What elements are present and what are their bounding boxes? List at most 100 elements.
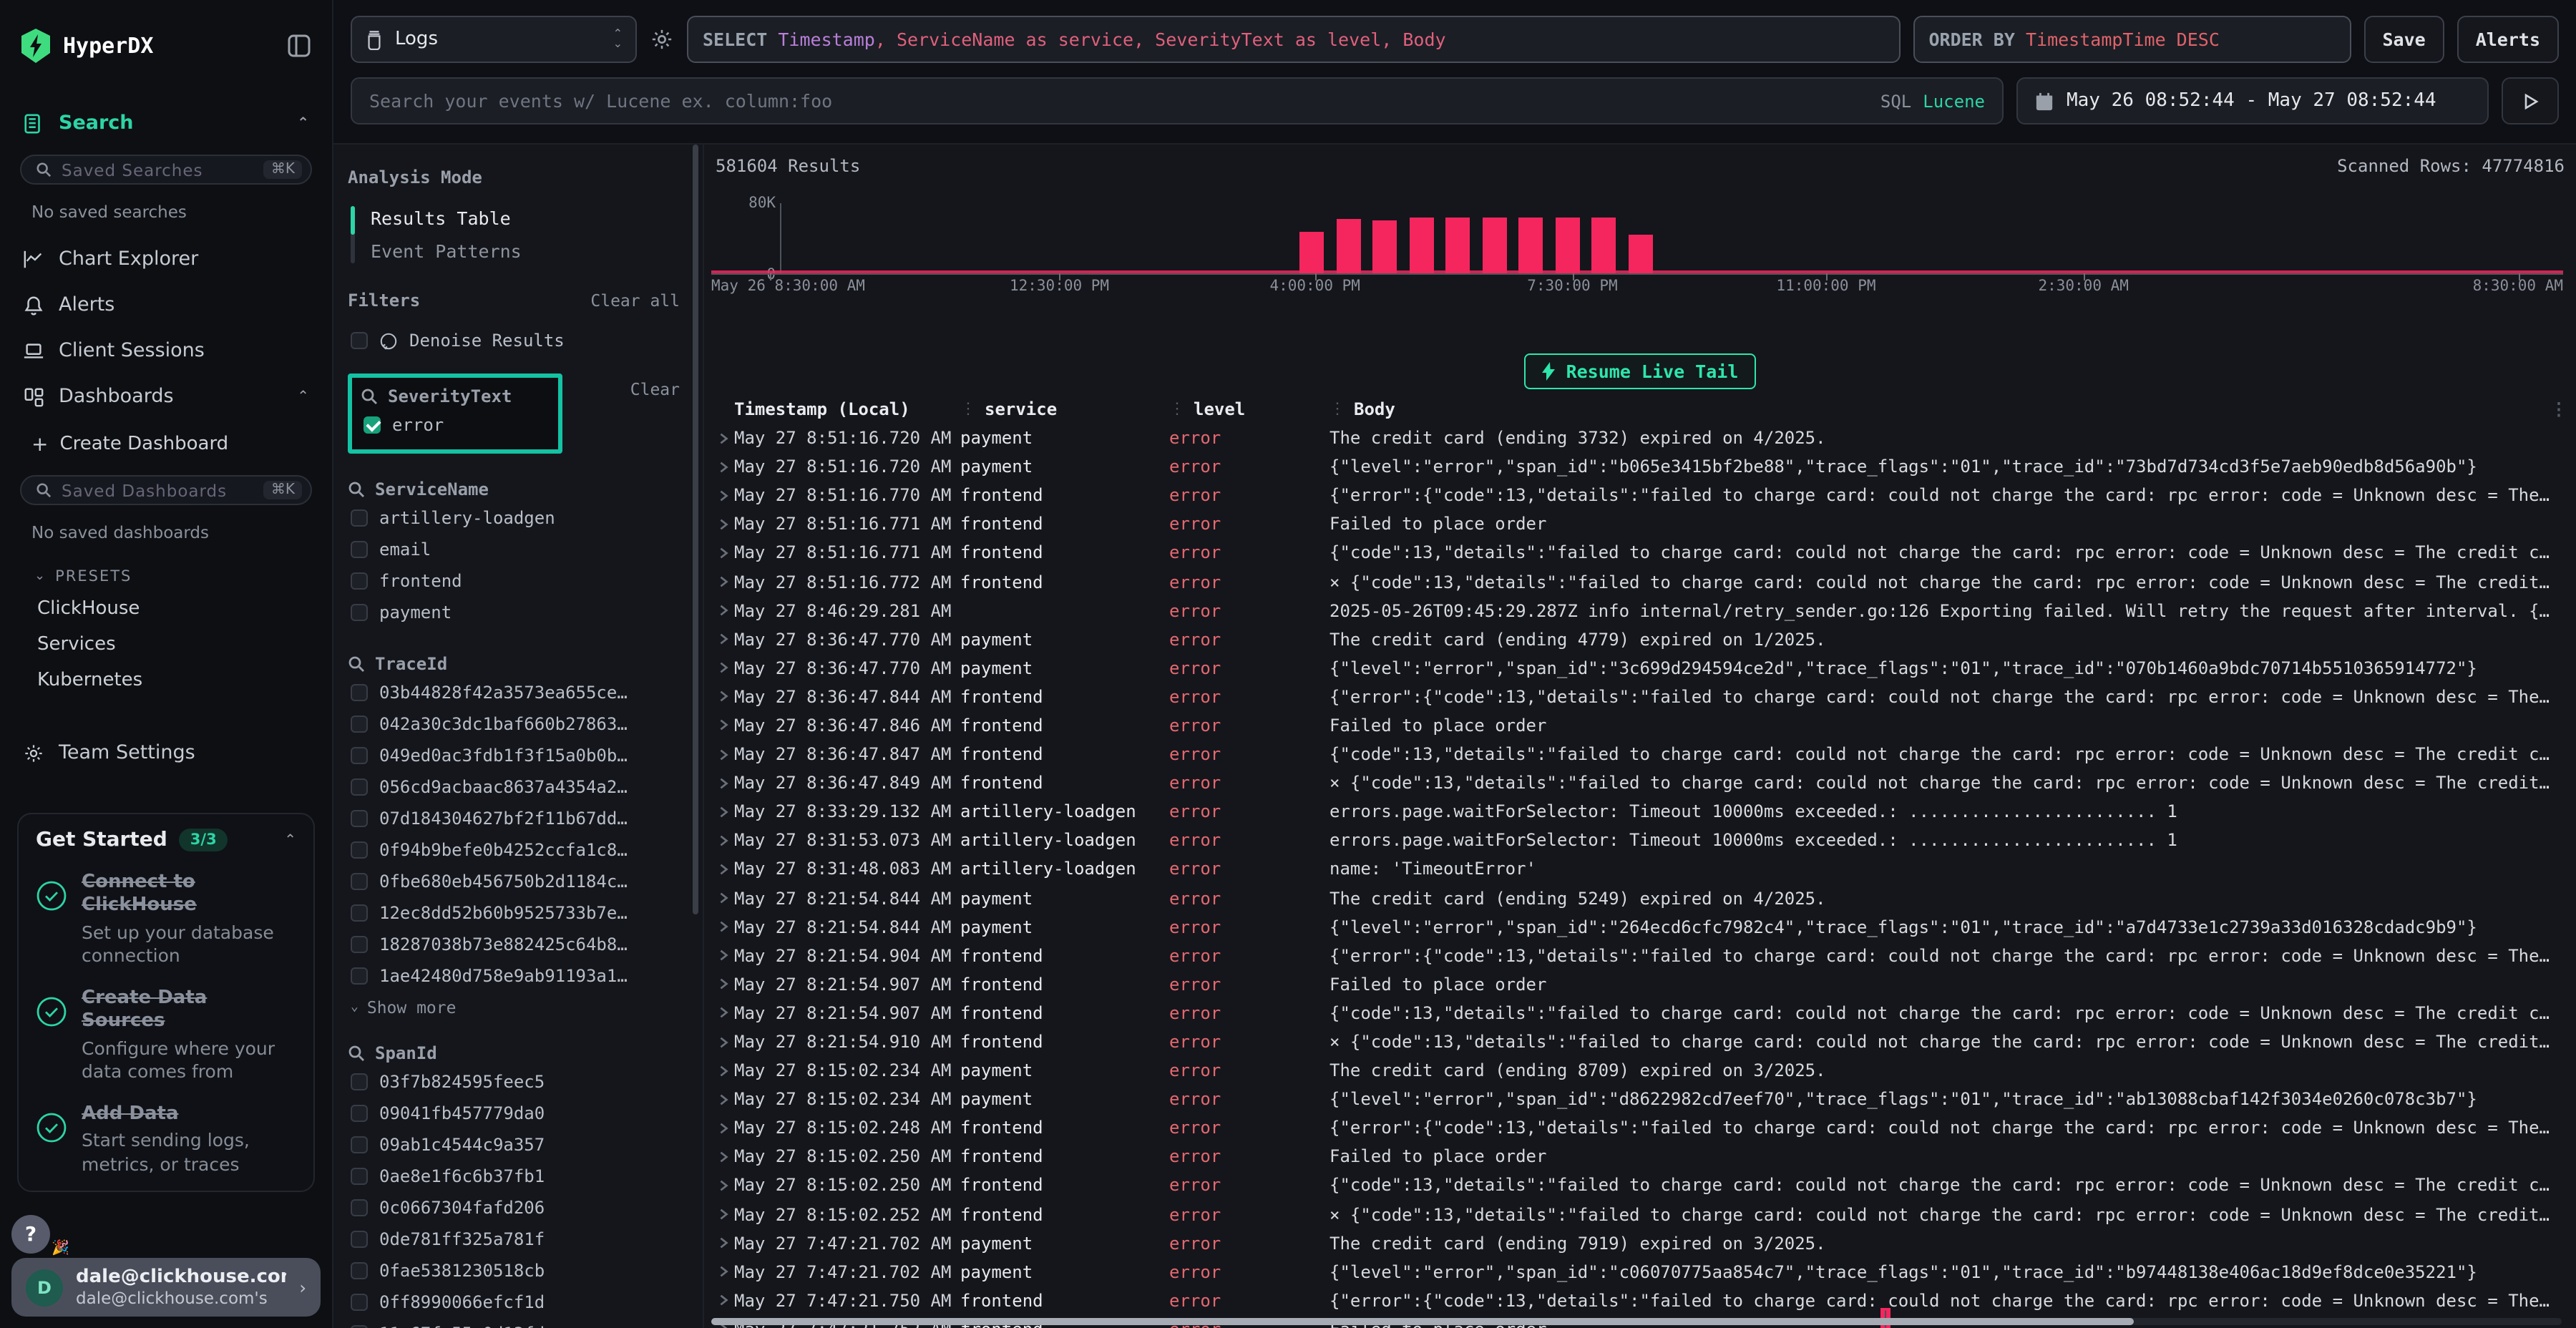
filter-value-row[interactable]: 0ff8990066efcf1d — [348, 1286, 680, 1318]
row-expand-icon[interactable] — [711, 776, 734, 789]
log-row[interactable]: May 27 8:46:29.281 AMerror2025-05-26T09:… — [711, 596, 2569, 625]
sidebar-item-chart-explorer[interactable]: Chart Explorer — [17, 236, 315, 282]
sidebar-item-alerts[interactable]: Alerts — [17, 282, 315, 328]
log-row[interactable]: May 27 8:15:02.252 AMfrontenderror× {"co… — [711, 1200, 2569, 1229]
sidebar-item-team-settings[interactable]: Team Settings — [17, 730, 315, 776]
log-row[interactable]: May 27 8:21:54.844 AMpaymenterrorThe cre… — [711, 884, 2569, 912]
row-expand-icon[interactable] — [711, 863, 734, 876]
sidebar-item-dashboards[interactable]: Dashboards ⌃ — [17, 374, 315, 419]
lucene-toggle-option[interactable]: Lucene — [1923, 91, 1985, 111]
checkbox[interactable] — [351, 778, 368, 796]
checkbox[interactable] — [351, 716, 368, 733]
log-row[interactable]: May 27 8:36:47.770 AMpaymenterrorThe cre… — [711, 625, 2569, 653]
checkbox[interactable] — [351, 1231, 368, 1248]
row-expand-icon[interactable] — [711, 892, 734, 904]
source-select[interactable]: Logs ⌃⌄ — [351, 16, 637, 63]
checkbox[interactable] — [351, 572, 368, 590]
clear-all-filters-link[interactable]: Clear all — [590, 290, 680, 311]
row-expand-icon[interactable] — [711, 518, 734, 531]
filter-value-row[interactable]: 18287038b73e882425c64b8… — [348, 929, 680, 960]
checkbox[interactable] — [351, 810, 368, 827]
sidebar-collapse-icon[interactable] — [286, 33, 312, 59]
checkbox[interactable] — [351, 684, 368, 701]
log-row[interactable]: May 27 8:36:47.846 AMfrontenderrorFailed… — [711, 711, 2569, 740]
histogram-bar[interactable] — [1337, 219, 1361, 273]
filter-value-row[interactable]: 0fbe680eb456750b2d1184c… — [348, 866, 680, 897]
sql-toggle-option[interactable]: SQL — [1880, 91, 1911, 111]
filter-value-row[interactable]: 0c0667304fafd206 — [348, 1192, 680, 1224]
save-button[interactable]: Save — [2363, 16, 2444, 63]
row-expand-icon[interactable] — [711, 547, 734, 560]
log-row[interactable]: May 27 8:21:54.904 AMfrontenderror{"erro… — [711, 941, 2569, 970]
horizontal-scrollbar-thumb[interactable] — [711, 1318, 2134, 1325]
histogram-bar[interactable] — [1300, 232, 1324, 273]
log-row[interactable]: May 27 7:47:21.702 AMpaymenterror{"level… — [711, 1257, 2569, 1286]
source-settings-gear-icon[interactable] — [650, 27, 674, 52]
row-expand-icon[interactable] — [711, 834, 734, 847]
histogram-bar[interactable] — [1556, 218, 1580, 273]
row-expand-icon[interactable] — [711, 604, 734, 617]
column-header-timestamp[interactable]: Timestamp (Local) — [734, 399, 960, 419]
denoise-results-checkbox[interactable]: Denoise Results — [351, 331, 680, 351]
filters-scrollbar[interactable] — [693, 145, 698, 914]
log-row[interactable]: May 27 8:51:16.771 AMfrontenderror{"code… — [711, 539, 2569, 567]
row-expand-icon[interactable] — [711, 690, 734, 703]
alerts-button[interactable]: Alerts — [2457, 16, 2559, 63]
log-row[interactable]: May 27 8:15:02.234 AMpaymenterror{"level… — [711, 1085, 2569, 1113]
filter-value-row[interactable]: 0ae8e1f6c6b37fb1 — [348, 1161, 680, 1192]
log-row[interactable]: May 27 8:31:48.083 AMartillery-loadgener… — [711, 855, 2569, 884]
histogram-bar[interactable] — [1446, 218, 1470, 273]
row-expand-icon[interactable] — [711, 575, 734, 588]
log-row[interactable]: May 27 8:15:02.234 AMpaymenterrorThe cre… — [711, 1056, 2569, 1085]
search-icon[interactable] — [348, 1045, 365, 1062]
filter-value-row[interactable]: 0de781ff325a781f — [348, 1224, 680, 1255]
filter-value-row[interactable]: 12ec8dd52b60b9525733b7e… — [348, 897, 680, 929]
drag-handle-icon[interactable]: ⋮ — [960, 399, 976, 418]
event-search-input[interactable]: Search your events w/ Lucene ex. column:… — [351, 77, 2004, 125]
row-expand-icon[interactable] — [711, 1151, 734, 1163]
row-expand-icon[interactable] — [711, 978, 734, 991]
search-icon[interactable] — [361, 388, 378, 405]
saved-searches-input[interactable]: Saved Searches ⌘K — [20, 155, 312, 185]
filter-value-row[interactable]: 09ab1c4544c9a357 — [348, 1129, 680, 1161]
row-expand-icon[interactable] — [711, 662, 734, 675]
filter-value-row[interactable]: 1ae42480d758e9ab91193a1… — [348, 960, 680, 992]
filter-value-row[interactable]: 11c67fe55c0d13fd — [348, 1318, 680, 1328]
preset-item-clickhouse[interactable]: ClickHouse — [17, 591, 315, 627]
search-icon[interactable] — [348, 655, 365, 673]
time-range-picker[interactable]: May 26 08:52:44 - May 27 08:52:44 — [2016, 77, 2489, 125]
log-row[interactable]: May 27 8:31:53.073 AMartillery-loadgener… — [711, 826, 2569, 855]
sidebar-item-search[interactable]: Search ⌃ — [17, 100, 315, 146]
create-dashboard-button[interactable]: + Create Dashboard — [17, 419, 315, 467]
log-row[interactable]: May 27 8:15:02.250 AMfrontenderror{"code… — [711, 1171, 2569, 1200]
checkbox[interactable] — [351, 936, 368, 953]
checkbox[interactable] — [351, 747, 368, 764]
filter-value-row[interactable]: 09041fb457779da0 — [348, 1098, 680, 1129]
checkbox[interactable] — [351, 1294, 368, 1311]
log-row[interactable]: May 27 8:21:54.907 AMfrontenderror{"code… — [711, 999, 2569, 1027]
histogram-bar[interactable] — [1629, 235, 1653, 273]
mode-tab-results-table[interactable]: Results Table — [351, 202, 680, 235]
sidebar-item-client-sessions[interactable]: Client Sessions — [17, 328, 315, 374]
drag-handle-icon[interactable]: ⋮ — [1169, 399, 1185, 418]
log-row[interactable]: May 27 8:21:54.844 AMpaymenterror{"level… — [711, 912, 2569, 941]
checkbox[interactable] — [351, 541, 368, 558]
row-expand-icon[interactable] — [711, 1093, 734, 1105]
row-expand-icon[interactable] — [711, 1007, 734, 1020]
log-row[interactable]: May 27 7:47:21.750 AMfrontenderror{"erro… — [711, 1286, 2569, 1315]
histogram-bar[interactable] — [1373, 220, 1397, 273]
log-row[interactable]: May 27 8:36:47.844 AMfrontenderror{"erro… — [711, 683, 2569, 711]
checkbox[interactable] — [351, 1168, 368, 1185]
filter-value-row[interactable]: error — [361, 409, 544, 441]
clear-filter-link[interactable]: Clear — [630, 379, 680, 399]
log-row[interactable]: May 27 8:36:47.849 AMfrontenderror× {"co… — [711, 768, 2569, 797]
filter-value-row[interactable]: 07d184304627bf2f11b67dd… — [348, 803, 680, 834]
mode-tab-event-patterns[interactable]: Event Patterns — [351, 235, 680, 268]
chevron-up-icon[interactable]: ⌃ — [284, 832, 296, 848]
get-started-task[interactable]: Add DataStart sending logs, metrics, or … — [36, 1103, 296, 1176]
table-options-icon[interactable]: ⋮ — [2549, 399, 2569, 419]
row-expand-icon[interactable] — [711, 1179, 734, 1192]
presets-toggle[interactable]: ⌄ PRESETS — [17, 557, 315, 591]
query-language-toggle[interactable]: SQL | Lucene — [1880, 91, 1985, 111]
drag-handle-icon[interactable]: ⋮ — [1330, 399, 1345, 418]
